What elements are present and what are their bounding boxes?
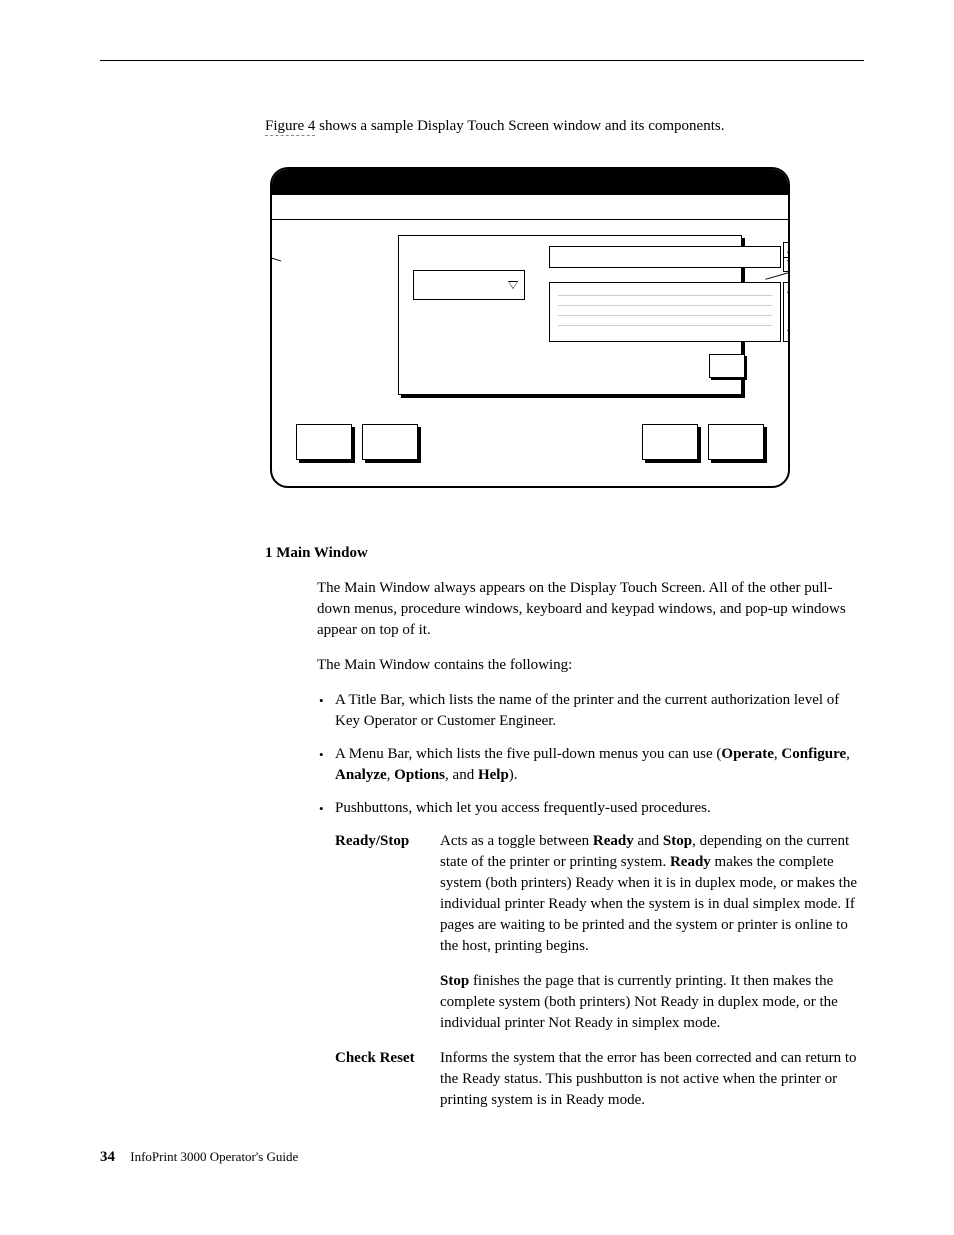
spinner-1[interactable]	[783, 242, 790, 272]
section-para-2: The Main Window contains the following:	[317, 655, 864, 676]
intro-text: shows a sample Display Touch Screen wind…	[315, 118, 724, 134]
def-term-ready-stop: Ready/Stop	[335, 831, 440, 1034]
numeric-field-1[interactable]	[549, 246, 781, 268]
bullet-titlebar: A Title Bar, which lists the name of the…	[317, 690, 864, 732]
def-ready-stop-p1: Acts as a toggle between Ready and Stop,…	[440, 831, 864, 957]
intro-paragraph: Figure 4 shows a sample Display Touch Sc…	[265, 116, 864, 137]
pushbutton-row	[272, 406, 788, 486]
def-check-reset-p: Informs the system that the error has be…	[440, 1048, 864, 1111]
menu-bar	[272, 195, 788, 220]
page-number: 34	[100, 1149, 115, 1165]
def-term-check-reset: Check Reset	[335, 1048, 440, 1111]
page-footer: 34 InfoPrint 3000 Operator's Guide	[100, 1147, 864, 1168]
title-bar	[272, 169, 788, 195]
footer-title: InfoPrint 3000 Operator's Guide	[130, 1149, 298, 1164]
scrollbar[interactable]	[783, 282, 790, 342]
pushbutton-1[interactable]	[296, 424, 352, 460]
pushbutton-4[interactable]	[708, 424, 764, 460]
touch-screen-window	[270, 167, 790, 488]
dropdown-field[interactable]	[413, 270, 525, 300]
pushbutton-3[interactable]	[642, 424, 698, 460]
section-1: 1 Main Window The Main Window always app…	[265, 543, 864, 1111]
def-ready-stop: Ready/Stop Acts as a toggle between Read…	[335, 831, 864, 1034]
section-para-1: The Main Window always appears on the Di…	[317, 578, 864, 641]
bullet-menubar: A Menu Bar, which lists the five pull-do…	[317, 744, 864, 786]
def-ready-stop-p2: Stop finishes the page that is currently…	[440, 971, 864, 1034]
sample-window-figure	[270, 167, 790, 488]
pushbutton-2[interactable]	[362, 424, 418, 460]
def-check-reset: Check Reset Informs the system that the …	[335, 1048, 864, 1111]
bullet-pushbuttons: Pushbuttons, which let you access freque…	[317, 798, 864, 819]
list-field[interactable]	[549, 282, 781, 342]
section-heading: 1 Main Window	[265, 543, 864, 564]
figure-link[interactable]: Figure 4	[265, 118, 315, 136]
panel-small-button[interactable]	[709, 354, 745, 378]
procedure-panel	[398, 235, 742, 395]
